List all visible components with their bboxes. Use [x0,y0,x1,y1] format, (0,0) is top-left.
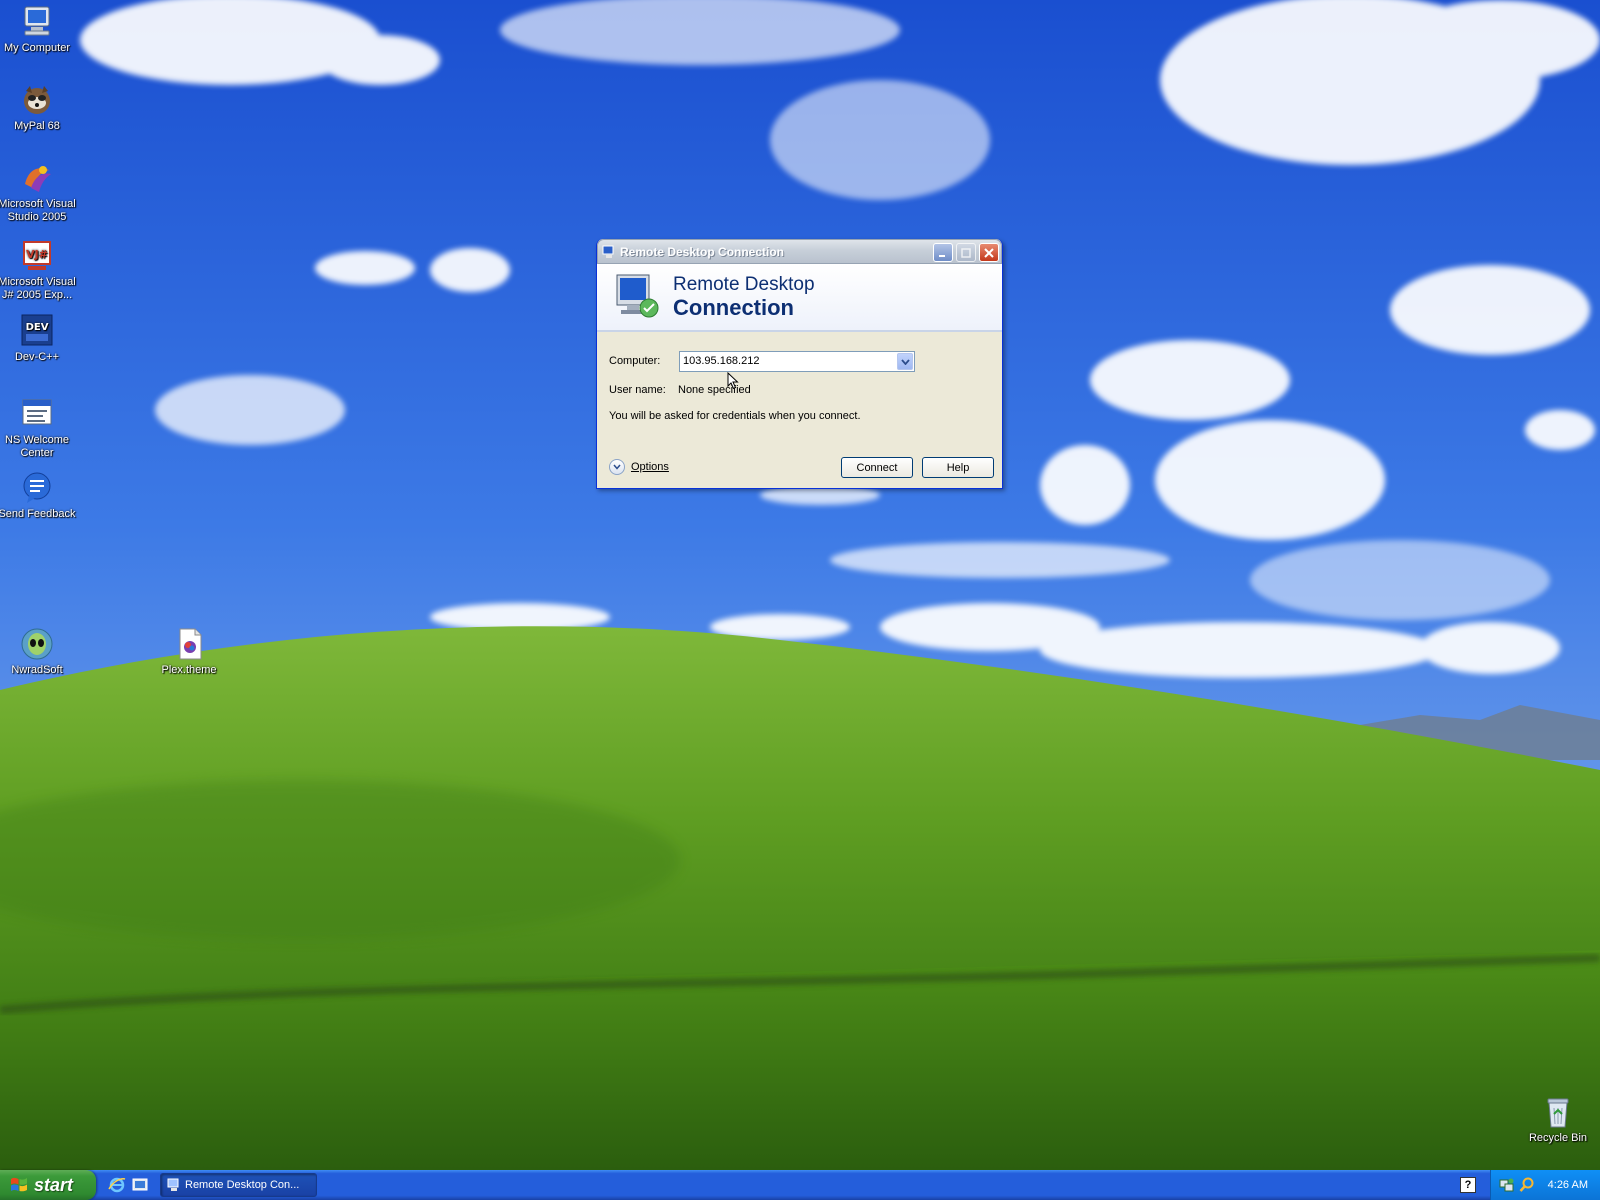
dialog-titlebar[interactable]: Remote Desktop Connection [597,239,1002,264]
svg-text:DEV: DEV [26,322,49,333]
desktop-icon-label: NwradSoft [11,664,63,676]
remote-desktop-icon [602,245,614,258]
internet-explorer-icon[interactable] [108,1176,126,1194]
start-button[interactable]: start [0,1170,96,1200]
desktop-icon-recycle-bin[interactable]: Recycle Bin [1518,1094,1598,1145]
desktop-icon-label: Dev-C++ [14,351,60,363]
desktop-icon-label: NS Welcome Center [5,434,69,459]
mouse-cursor-icon [727,372,739,390]
desktop-icon-label: MyPal 68 [14,120,60,132]
username-label: User name: [609,384,666,396]
search-magnifier-icon[interactable] [1519,1177,1535,1193]
desktop-icon-label: Recycle Bin [1528,1132,1588,1144]
desktop-icon-label: Microsoft Visual J# 2005 Exp... [0,276,76,301]
desktop-icon-plex-theme[interactable]: Plex.theme [149,626,229,677]
connect-button[interactable]: Connect [841,457,913,478]
desktop-icon-label: Microsoft Visual Studio 2005 [0,198,76,223]
dialog-banner: Remote Desktop Connection [597,264,1002,332]
desktop-icon-nwradsoft[interactable]: NwradSoft [0,626,77,677]
desktop-wallpaper [0,0,1600,1170]
clock[interactable]: 4:26 AM [1548,1179,1588,1191]
options-label: Options [631,461,669,473]
minimize-button[interactable] [933,243,953,262]
help-button[interactable]: Help [922,457,994,478]
desktop-icon-visual-jsharp-2005[interactable]: VJ# Microsoft Visual J# 2005 Exp... [0,238,77,302]
windows-flag-icon [11,1177,27,1192]
desktop-icon-label: Plex.theme [161,664,217,676]
minimize-icon [939,254,945,257]
close-icon [984,247,994,258]
maximize-icon [961,247,971,258]
chevron-down-icon [900,358,910,365]
remote-desktop-monitor-icon [616,274,659,318]
remote-desktop-icon [167,1178,179,1191]
visual-jsharp-icon: VJ# [23,241,51,270]
computer-combobox[interactable]: 103.95.168.212 [679,351,915,372]
banner-title-line2: Connection [673,295,794,320]
options-toggle[interactable]: Options [609,459,669,475]
remote-desktop-dialog[interactable]: Remote Desktop Connection Remote Desktop… [596,239,1003,489]
desktop-icon-label: Send Feedback [0,508,76,520]
welcome-center-icon [22,399,52,425]
taskbar: start Remote Desktop Con... ? 4:26 AM [0,1170,1600,1200]
alien-head-icon [21,628,53,660]
my-computer-icon [24,6,50,36]
credentials-info-text: You will be asked for credentials when y… [609,410,861,422]
desktop-icon-mypal[interactable]: MyPal 68 [0,82,77,133]
start-label: start [34,1174,74,1195]
dev-cpp-icon: DEV [21,314,53,346]
computer-value: 103.95.168.212 [683,355,760,367]
help-icon[interactable]: ? [1460,1177,1476,1193]
taskbar-item-remote-desktop[interactable]: Remote Desktop Con... [160,1173,317,1197]
feedback-bubble-icon [23,472,51,503]
computer-label: Computer: [609,355,661,367]
desktop-icon-dev-cpp[interactable]: DEV Dev-C++ [0,313,77,364]
combobox-dropdown-button[interactable] [897,353,913,370]
desktop-icon-ns-welcome-center[interactable]: NS Welcome Center [0,396,77,460]
desktop-icon-my-computer[interactable]: My Computer [0,4,77,55]
desktop-icon-label: My Computer [3,42,71,54]
maximize-button [956,243,976,262]
expand-circle-icon [609,459,625,475]
desktop-icon-send-feedback[interactable]: Send Feedback [0,470,77,521]
banner-title-line1: Remote Desktop [673,274,815,295]
desktop-icon-visual-studio-2005[interactable]: Microsoft Visual Studio 2005 [0,160,77,224]
show-desktop-icon[interactable] [131,1176,149,1194]
theme-file-icon [179,628,202,660]
visual-studio-icon [25,166,51,192]
raccoon-browser-icon [24,86,50,114]
network-icon[interactable] [1499,1177,1515,1193]
taskbar-item-label: Remote Desktop Con... [185,1179,300,1191]
svg-text:VJ#: VJ# [26,248,48,261]
recycle-bin-icon [1547,1098,1569,1128]
dialog-title: Remote Desktop Connection [620,244,785,259]
system-tray: 4:26 AM [1490,1170,1600,1200]
username-value: None specified [678,384,751,396]
close-button[interactable] [979,243,999,262]
